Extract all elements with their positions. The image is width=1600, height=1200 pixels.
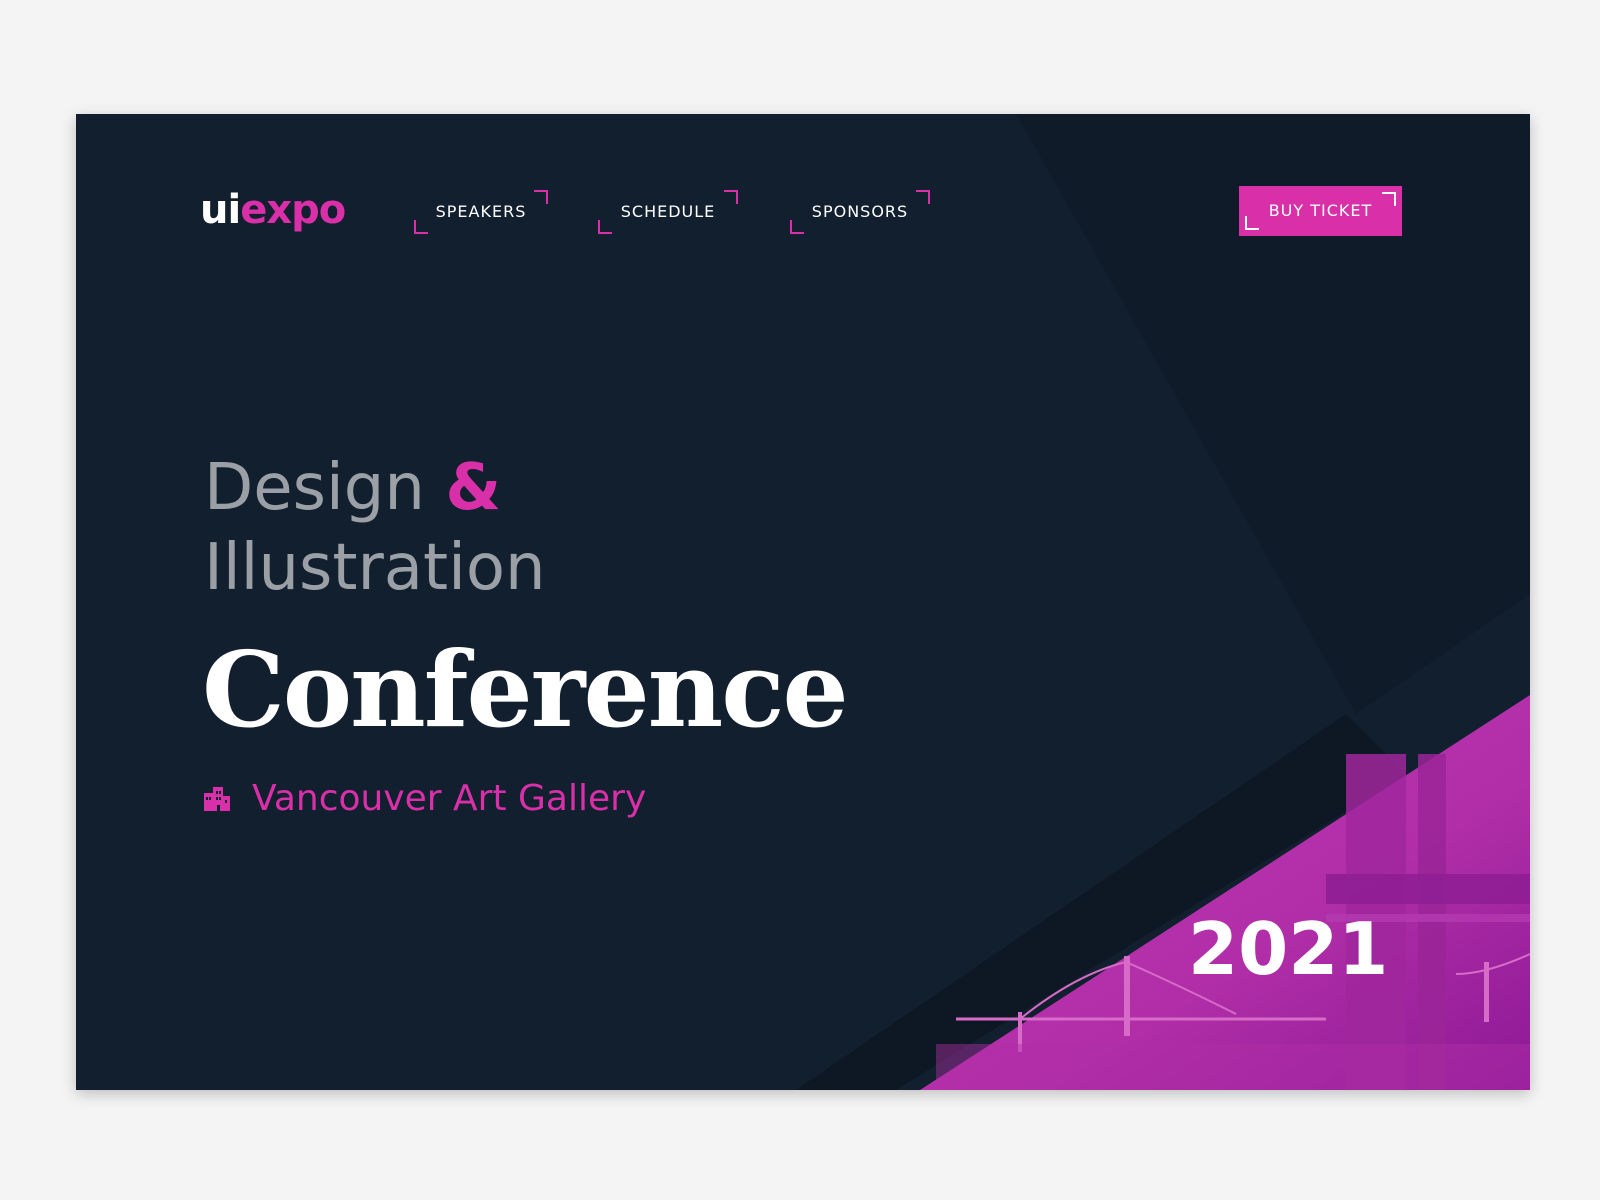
hero-ampersand: & [445,451,502,525]
logo-suffix: expo [240,187,346,233]
corner-bracket-icon [790,220,804,234]
building-icon [204,787,230,811]
hero-word-design: Design [204,451,425,525]
corner-bracket-icon [1382,192,1396,206]
venue[interactable]: Vancouver Art Gallery [202,774,646,822]
buy-ticket-label: BUY TICKET [1268,201,1373,220]
corner-bracket-icon [414,220,428,234]
hero-line-2: Illustration [204,531,546,605]
corner-bracket-icon [1245,216,1259,230]
nav-schedule[interactable]: SCHEDULE [598,190,738,234]
hero-headline: Conference [202,628,849,751]
venue-label: Vancouver Art Gallery [252,777,647,819]
bridge-image [920,695,1530,1090]
event-year: 2021 [1188,907,1389,991]
hero-line-1: Design & [204,448,501,528]
corner-bracket-icon [534,190,548,204]
nav-schedule-label: SCHEDULE [620,202,716,221]
nav-speakers-label: SPEAKERS [435,202,527,221]
corner-bracket-icon [724,190,738,204]
logo[interactable]: uiexpo [200,186,346,234]
nav-sponsors[interactable]: SPONSORS [790,190,930,234]
nav-speakers[interactable]: SPEAKERS [414,190,548,234]
nav-sponsors-label: SPONSORS [811,202,909,221]
corner-bracket-icon [598,220,612,234]
buy-ticket-button[interactable]: BUY TICKET [1239,186,1402,236]
hero-card: uiexpo SPEAKERS SCHEDULE SPONSORS BUY TI… [76,114,1530,1090]
corner-bracket-icon [916,190,930,204]
logo-prefix: ui [200,187,241,233]
